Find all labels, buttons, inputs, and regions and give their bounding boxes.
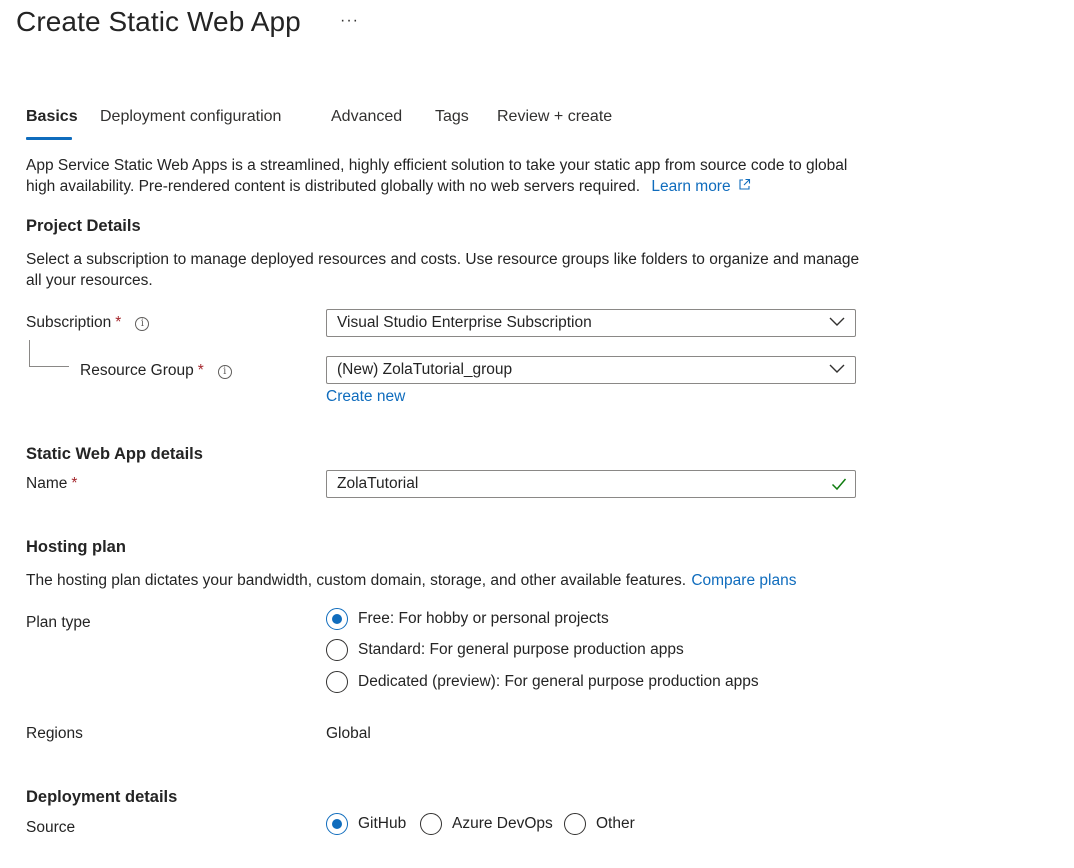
radio-button[interactable]	[326, 608, 348, 630]
checkmark-icon	[831, 478, 847, 491]
subscription-dropdown[interactable]: Visual Studio Enterprise Subscription	[326, 309, 856, 337]
radio-button[interactable]	[564, 813, 586, 835]
chevron-down-icon	[829, 364, 845, 373]
hosting-plan-heading: Hosting plan	[26, 538, 126, 556]
deployment-details-heading: Deployment details	[26, 788, 178, 806]
tab-tags[interactable]: Tags	[435, 108, 469, 126]
info-icon[interactable]: i	[135, 317, 150, 331]
tab-basics[interactable]: Basics	[26, 108, 78, 126]
name-label-text: Name	[26, 475, 68, 492]
tab-review-create[interactable]: Review + create	[497, 108, 612, 126]
source-label: Source	[26, 819, 76, 836]
plan-type-label: Plan type	[26, 614, 91, 631]
project-details-description: Select a subscription to manage deployed…	[26, 251, 860, 289]
plan-option-label: Dedicated (preview): For general purpose…	[358, 673, 759, 690]
plan-option-label: Standard: For general purpose production…	[358, 641, 684, 658]
required-asterisk: *	[71, 475, 78, 492]
learn-more-link[interactable]: Learn more	[651, 178, 751, 195]
name-input[interactable]: ZolaTutorial	[326, 470, 856, 498]
name-label: Name *	[26, 475, 77, 493]
more-options-button[interactable]: ···	[340, 12, 359, 30]
regions-value: Global	[326, 725, 371, 742]
required-asterisk: *	[197, 362, 204, 379]
subscription-label: Subscription * i	[26, 314, 150, 332]
radio-button[interactable]	[326, 671, 348, 693]
source-option-other[interactable]: Other	[564, 812, 635, 836]
resource-group-label-text: Resource Group	[80, 362, 194, 379]
radio-button[interactable]	[326, 639, 348, 661]
resource-group-dropdown[interactable]: (New) ZolaTutorial_group	[326, 356, 856, 384]
info-icon[interactable]: i	[217, 365, 232, 379]
plan-option-label: Free: For hobby or personal projects	[358, 610, 609, 627]
subscription-value: Visual Studio Enterprise Subscription	[337, 314, 592, 331]
radio-button[interactable]	[420, 813, 442, 835]
create-new-link[interactable]: Create new	[326, 386, 405, 407]
active-tab-indicator	[26, 137, 72, 140]
tab-bar: Basics Deployment configuration Advanced…	[26, 108, 646, 142]
source-option-label: Azure DevOps	[452, 815, 553, 832]
plan-option-dedicated[interactable]: Dedicated (preview): For general purpose…	[326, 670, 759, 694]
learn-more-label: Learn more	[651, 178, 731, 195]
tab-advanced[interactable]: Advanced	[331, 108, 402, 126]
source-option-label: GitHub	[358, 815, 407, 832]
app-details-heading: Static Web App details	[26, 445, 203, 463]
subscription-label-text: Subscription	[26, 314, 112, 331]
project-details-heading: Project Details	[26, 217, 141, 235]
radio-button[interactable]	[326, 813, 348, 835]
compare-plans-link[interactable]: Compare plans	[691, 572, 796, 589]
plan-option-standard[interactable]: Standard: For general purpose production…	[326, 638, 684, 662]
chevron-down-icon	[829, 317, 845, 326]
name-value: ZolaTutorial	[337, 475, 419, 492]
required-asterisk: *	[115, 314, 122, 331]
regions-label: Regions	[26, 725, 83, 742]
resource-group-label: Resource Group * i	[80, 362, 232, 380]
tab-deployment-configuration[interactable]: Deployment configuration	[100, 108, 281, 126]
plan-option-free[interactable]: Free: For hobby or personal projects	[326, 607, 609, 631]
source-option-azure-devops[interactable]: Azure DevOps	[420, 812, 553, 836]
page-title: Create Static Web App	[16, 6, 301, 37]
resource-group-value: (New) ZolaTutorial_group	[337, 361, 513, 378]
intro-text: App Service Static Web Apps is a streaml…	[26, 155, 866, 197]
external-link-icon	[739, 178, 750, 190]
source-option-label: Other	[596, 815, 635, 832]
source-option-github[interactable]: GitHub	[326, 812, 406, 836]
hosting-plan-description-row: The hosting plan dictates your bandwidth…	[26, 570, 796, 591]
hosting-plan-description: The hosting plan dictates your bandwidth…	[26, 572, 687, 589]
tree-connector	[29, 340, 69, 367]
